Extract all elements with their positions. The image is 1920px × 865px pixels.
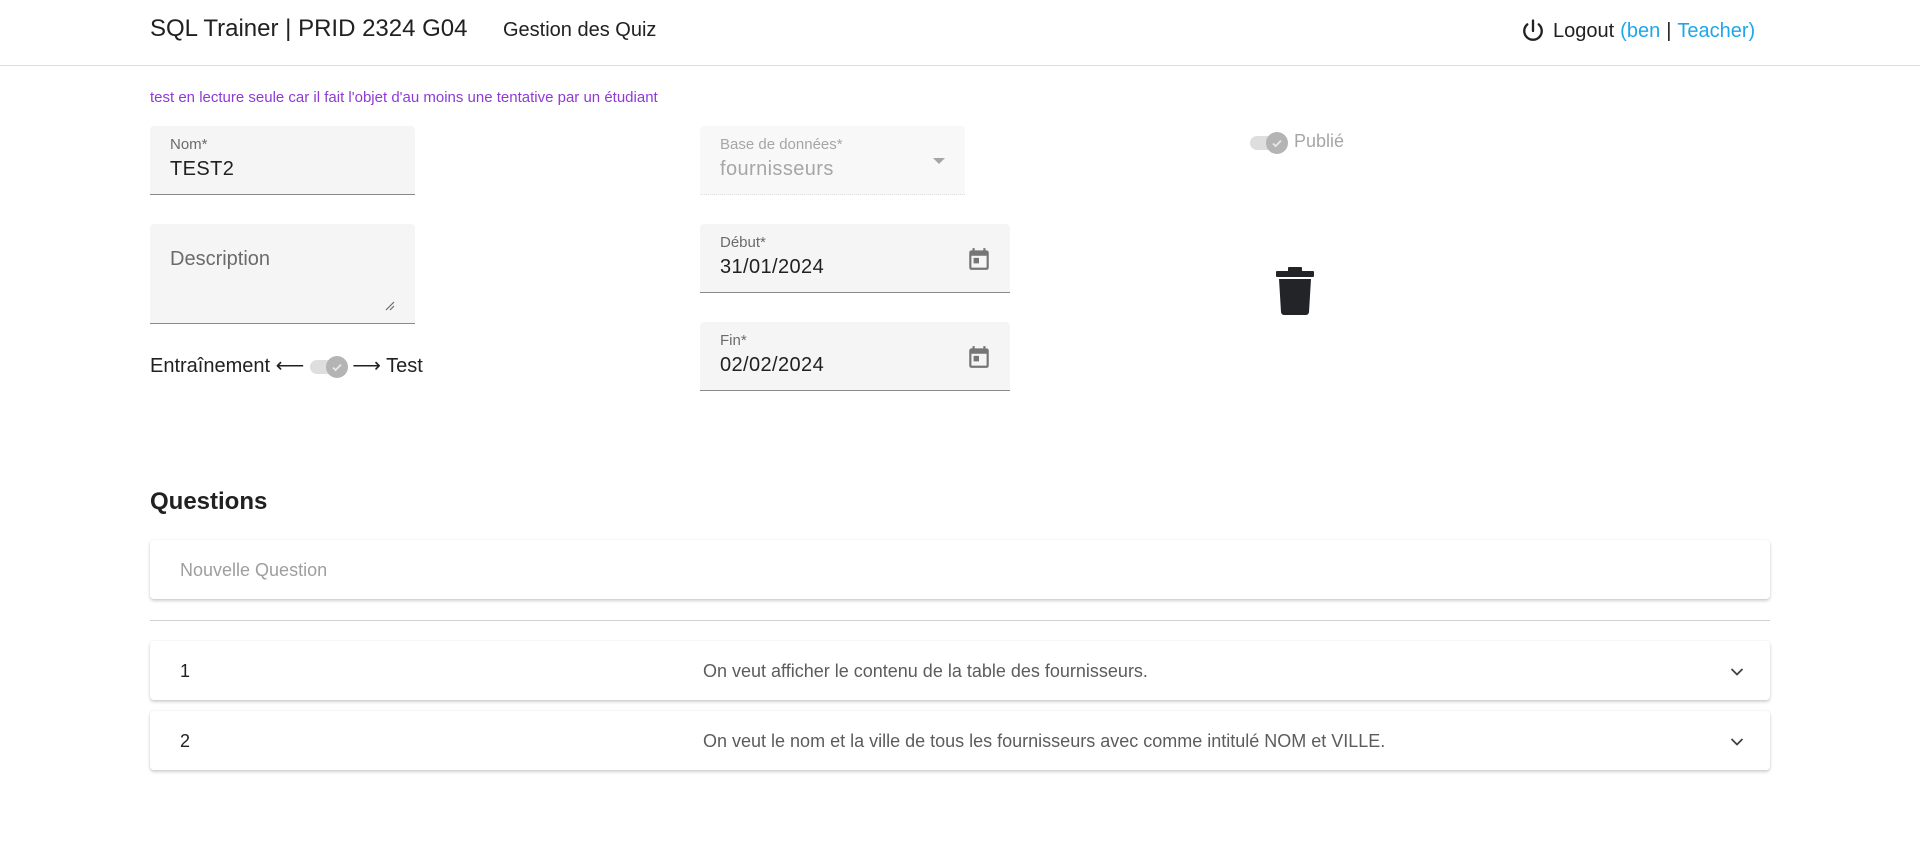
user-name: (ben: [1620, 19, 1661, 42]
calendar-icon[interactable]: [966, 246, 992, 272]
end-date-value: 02/02/2024: [720, 354, 825, 376]
published-toggle: Publié: [1248, 131, 1345, 154]
nav-link-quiz-management[interactable]: Gestion des Quiz: [503, 19, 656, 42]
database-label: Base de données*: [720, 136, 843, 153]
app-title[interactable]: SQL Trainer | PRID 2324 G04: [150, 15, 468, 43]
mode-toggle-row: Entraînement ⟵ ⟶ Test: [150, 353, 423, 378]
chevron-down-icon[interactable]: [1730, 737, 1744, 747]
check-icon: [1266, 131, 1288, 154]
logout-label: Logout: [1553, 19, 1615, 42]
chevron-down-icon[interactable]: [1730, 667, 1744, 677]
database-value: fournisseurs: [720, 158, 834, 180]
database-select: Base de données* fournisseurs: [700, 126, 965, 195]
published-label: Publié: [1294, 131, 1345, 151]
description-field[interactable]: Description: [150, 224, 415, 324]
mode-test-label: ⟶ Test: [352, 355, 423, 377]
mode-switch: [308, 355, 349, 378]
resize-handle-icon[interactable]: [385, 301, 395, 311]
mode-training-label: Entraînement ⟵: [150, 355, 305, 377]
calendar-icon[interactable]: [966, 344, 992, 370]
logout-button[interactable]: Logout (ben | Teacher): [1519, 17, 1755, 45]
question-item[interactable]: 1 On veut afficher le contenu de la tabl…: [150, 641, 1770, 700]
name-value: TEST2: [170, 158, 235, 180]
power-icon: [1523, 19, 1543, 41]
new-question-input[interactable]: Nouvelle Question: [150, 540, 1770, 599]
end-date-field[interactable]: Fin* 02/02/2024: [700, 322, 1010, 391]
dropdown-arrow-icon: [933, 158, 945, 164]
question-item[interactable]: 2 On veut le nom et la ville de tous les…: [150, 711, 1770, 770]
description-placeholder: Description: [170, 248, 271, 270]
questions-title: Questions: [150, 488, 268, 515]
question-number: 1: [180, 661, 191, 681]
top-navbar: SQL Trainer | PRID 2324 G04 Gestion des …: [0, 0, 1920, 66]
question-number: 2: [180, 731, 191, 751]
start-date-value: 31/01/2024: [720, 256, 825, 278]
question-text: On veut le nom et la ville de tous les f…: [703, 731, 1386, 751]
check-icon: [326, 355, 349, 378]
end-date-label: Fin*: [720, 332, 747, 349]
name-field[interactable]: Nom* TEST2: [150, 126, 415, 195]
start-date-label: Début*: [720, 234, 766, 251]
published-switch: [1248, 131, 1288, 154]
divider: [150, 620, 1770, 621]
name-label: Nom*: [170, 136, 208, 153]
user-role-separator: |: [1666, 19, 1672, 42]
user-role: Teacher): [1677, 19, 1756, 42]
delete-trash-icon[interactable]: [1276, 267, 1314, 315]
start-date-field[interactable]: Début* 31/01/2024: [700, 224, 1010, 293]
question-text: On veut afficher le contenu de la table …: [703, 661, 1148, 681]
read-only-warning: test en lecture seule car il fait l'obje…: [150, 89, 658, 106]
new-question-placeholder: Nouvelle Question: [180, 560, 328, 580]
